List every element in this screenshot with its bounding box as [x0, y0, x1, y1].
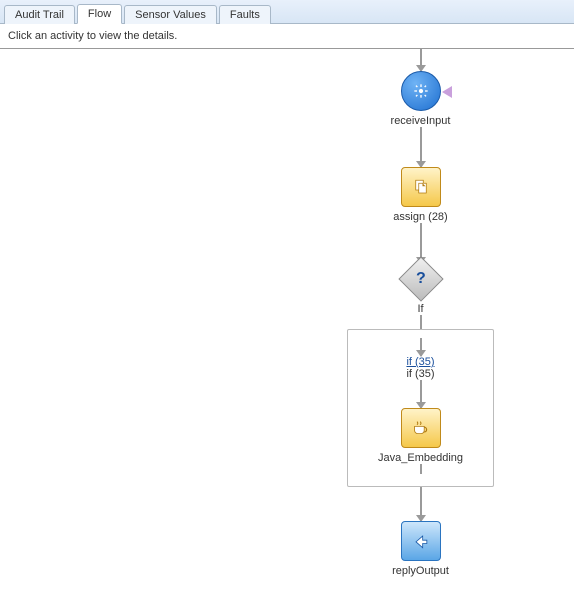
- tab-bar: Audit Trail Flow Sensor Values Faults: [0, 0, 574, 24]
- flow-edge: [420, 127, 422, 167]
- if-branch-container: if (35) if (35) Java_Embedding: [347, 329, 494, 487]
- flow-edge: [420, 338, 422, 356]
- flow-edge: [420, 49, 422, 71]
- flow-canvas: receiveInput assign (28) ? If if (35): [0, 49, 574, 593]
- document-copy-icon: [412, 177, 430, 197]
- tab-sensor-values[interactable]: Sensor Values: [124, 5, 217, 24]
- coffee-cup-icon: [411, 420, 431, 436]
- receive-label: receiveInput: [391, 115, 451, 127]
- activity-receive-input[interactable]: receiveInput: [391, 71, 451, 127]
- java-node-shape: [401, 408, 441, 448]
- if-branch-label: if (35): [406, 368, 434, 380]
- activity-assign[interactable]: assign (28): [393, 167, 447, 223]
- gear-icon: [413, 83, 429, 99]
- receive-node-shape: [401, 71, 441, 111]
- assign-node-shape: [401, 167, 441, 207]
- if-branch-link[interactable]: if (35): [406, 356, 434, 368]
- hint-text: Click an activity to view the details.: [0, 24, 574, 49]
- flow-edge: [420, 380, 422, 408]
- flow-edge: [420, 464, 422, 474]
- reply-arrow-icon: [411, 531, 431, 551]
- activity-java-embedding[interactable]: Java_Embedding: [378, 408, 463, 464]
- if-gateway-label: If: [417, 303, 423, 315]
- diamond-icon: ?: [398, 256, 443, 301]
- assign-label: assign (28): [393, 211, 447, 223]
- tab-faults[interactable]: Faults: [219, 5, 271, 24]
- flow-edge: [420, 315, 422, 329]
- reply-label: replyOutput: [392, 565, 449, 577]
- tab-audit-trail[interactable]: Audit Trail: [4, 5, 75, 24]
- java-label: Java_Embedding: [378, 452, 463, 464]
- tab-flow[interactable]: Flow: [77, 4, 122, 24]
- input-arrow-icon: [442, 86, 452, 98]
- activity-reply-output[interactable]: replyOutput: [392, 521, 449, 577]
- gateway-if[interactable]: ? If: [405, 263, 437, 315]
- flow-edge: [420, 487, 422, 521]
- question-mark-icon: ?: [416, 270, 426, 288]
- reply-node-shape: [401, 521, 441, 561]
